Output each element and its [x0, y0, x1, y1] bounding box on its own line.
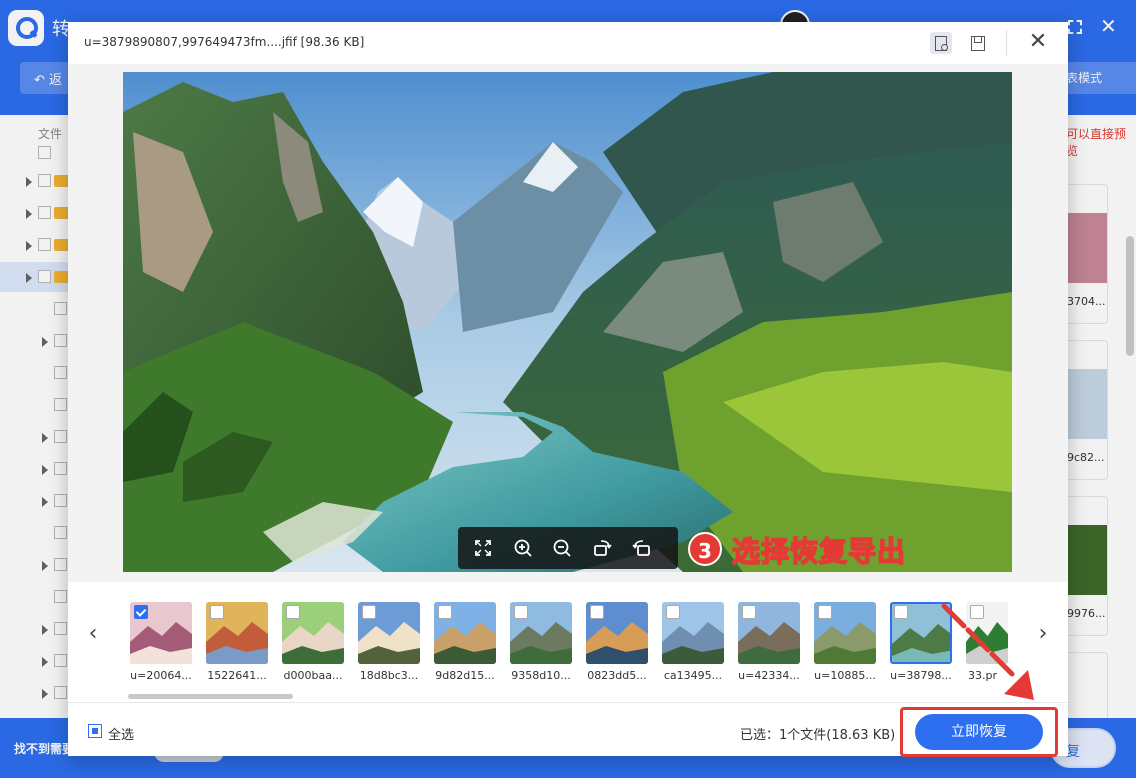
- thumbnail-label: u=10885...: [814, 669, 876, 682]
- title-divider: [1006, 30, 1007, 56]
- thumbnail-checkbox[interactable]: [286, 605, 300, 619]
- dialog-close-button[interactable]: ✕: [1024, 28, 1052, 56]
- thumbnail-checkbox[interactable]: [210, 605, 224, 619]
- fullscreen-icon[interactable]: [470, 535, 496, 561]
- thumbnail-checkbox[interactable]: [514, 605, 528, 619]
- thumbnail-checkbox[interactable]: [362, 605, 376, 619]
- thumbnail-label: 0823dd5...: [587, 669, 647, 682]
- image-toolbar: [458, 527, 678, 569]
- thumbnail-checkbox[interactable]: [894, 605, 908, 619]
- select-all-checkbox[interactable]: [88, 724, 102, 738]
- thumbnail-label: 18d8bc3...: [359, 669, 419, 682]
- thumbnail-label: u=42334...: [738, 669, 800, 682]
- thumbnail-label: 33.pr: [968, 669, 997, 682]
- landscape-photo: [123, 72, 1012, 572]
- step-instruction-text: 选择恢复导出: [731, 534, 907, 569]
- save-icon[interactable]: [966, 32, 988, 54]
- thumbnail-checkbox[interactable]: [742, 605, 756, 619]
- thumbnail-checkbox[interactable]: [590, 605, 604, 619]
- selected-count-info: 已选：1个文件(18.63 KB): [740, 728, 896, 743]
- thumbnail-label: 9d82d15...: [435, 669, 495, 682]
- rotate-right-icon[interactable]: [589, 535, 615, 561]
- strip-prev-icon[interactable]: ‹: [83, 622, 103, 646]
- file-info-icon[interactable]: [930, 32, 952, 54]
- image-viewer: 3 选择恢复导出: [68, 64, 1068, 582]
- thumbnail-checkbox[interactable]: [666, 605, 680, 619]
- thumbnail-label: u=38798...: [890, 669, 952, 682]
- strip-scrollbar[interactable]: [128, 694, 293, 699]
- step-number-badge: 3: [688, 532, 722, 566]
- preview-image: [123, 72, 1012, 572]
- thumbnail-label: d000baa...: [283, 669, 343, 682]
- thumbnail-checkbox[interactable]: [134, 605, 148, 619]
- dialog-footer: 全选 已选：1个文件(18.63 KB) 立即恢复: [68, 702, 1068, 757]
- strip-next-icon[interactable]: ›: [1033, 622, 1053, 646]
- thumbnail-label: ca13495...: [663, 669, 723, 682]
- thumbnail-label: 1522641...: [207, 669, 267, 682]
- zoom-out-icon[interactable]: [549, 535, 575, 561]
- preview-dialog: u=3879890807,997649473fm....jfif [98.36 …: [68, 22, 1068, 757]
- thumbnail-checkbox[interactable]: [438, 605, 452, 619]
- dialog-title: u=3879890807,997649473fm....jfif [98.36 …: [84, 35, 365, 49]
- recover-now-button[interactable]: 立即恢复: [915, 714, 1043, 750]
- thumbnail-label: u=20064...: [130, 669, 192, 682]
- thumbnail-label: 9358d10...: [511, 669, 571, 682]
- select-all-label[interactable]: 全选: [108, 724, 134, 743]
- thumbnail-checkbox[interactable]: [970, 605, 984, 619]
- thumbnail-checkbox[interactable]: [818, 605, 832, 619]
- rotate-left-icon[interactable]: [629, 535, 655, 561]
- zoom-in-icon[interactable]: [510, 535, 536, 561]
